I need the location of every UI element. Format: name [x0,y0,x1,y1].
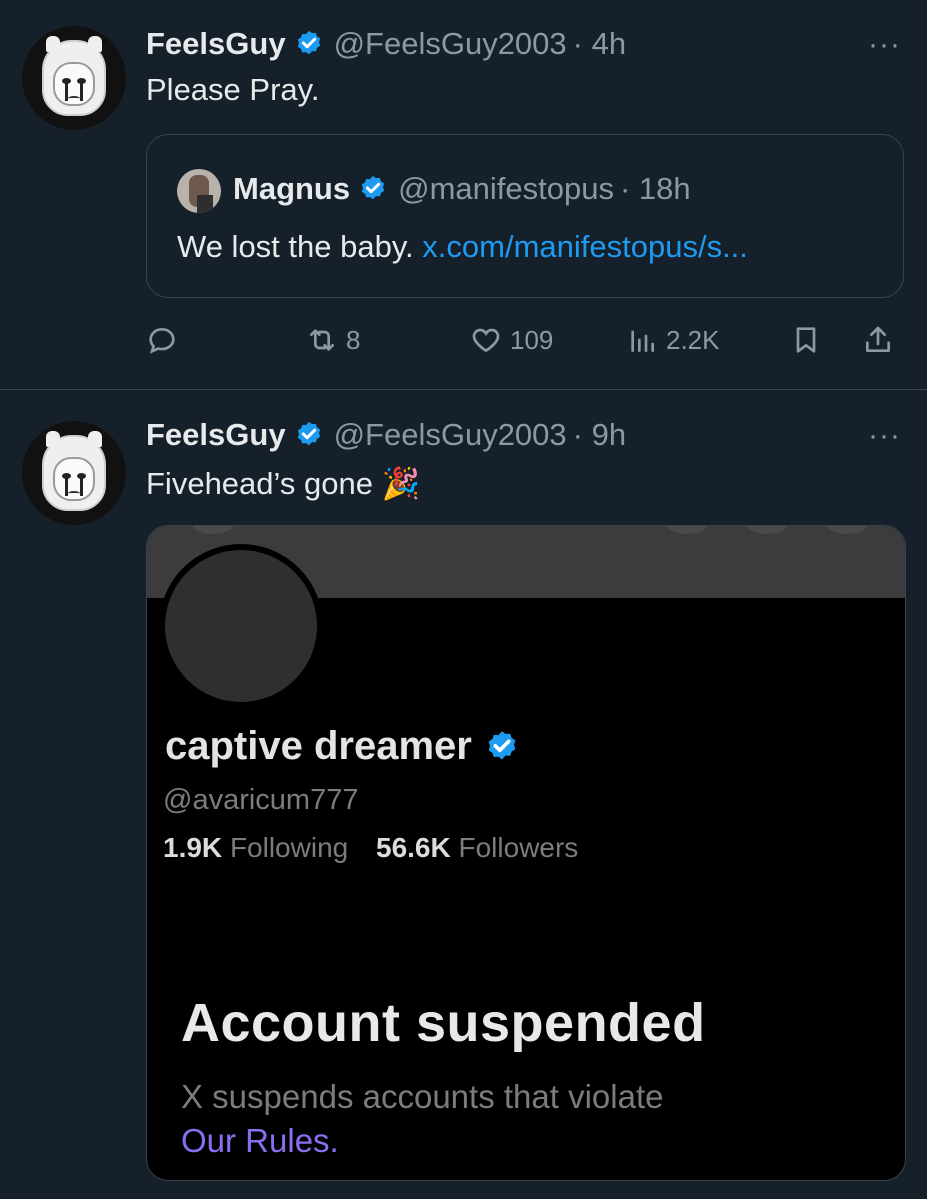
author-handle[interactable]: @FeelsGuy2003 [334,26,567,62]
views-count: 2.2K [666,324,720,355]
quoted-author-name[interactable]: Magnus [233,171,350,207]
bookmark-button[interactable] [790,318,822,362]
profile-stats: 1.9K Following 56.6K Followers [163,832,578,864]
avatar[interactable] [22,26,126,130]
avatar[interactable] [22,421,126,525]
quoted-text: We lost the baby. x.com/manifestopus/s..… [177,229,748,265]
quoted-header: Magnus @manifestopus · 18h [233,171,691,207]
timestamp[interactable]: · 9h [573,417,626,453]
retweet-button[interactable]: 8 [306,318,360,362]
views-button[interactable]: 2.2K [626,318,720,362]
like-button[interactable]: 109 [470,318,553,362]
verified-badge-icon [297,421,320,446]
heart-icon [472,328,500,353]
quoted-avatar[interactable] [177,169,221,213]
author-handle[interactable]: @FeelsGuy2003 [334,417,567,453]
tweet-text-body: Fivehead’s gone [146,466,373,501]
author-name[interactable]: FeelsGuy [146,26,286,62]
tweet-text: Please Pray. [146,72,320,107]
profile-picture [159,544,323,708]
retweet-count: 8 [346,324,361,355]
verified-badge-icon [297,30,320,55]
party-popper-emoji: 🎉 [381,466,421,501]
suspended-description: X suspends accounts that violate [181,1078,664,1115]
tweet-text: Fivehead’s gone 🎉 [146,465,420,502]
more-options-icon[interactable]: ··· [868,419,901,453]
suspended-title: Account suspended [181,993,706,1053]
bookmark-icon [796,327,816,353]
action-bar: 8 109 2.2K [146,318,906,362]
following-count: 1.9K [163,832,223,863]
tweet[interactable]: FeelsGuy @FeelsGuy2003 · 4h ··· Please P… [0,0,927,390]
reply-icon [149,327,175,354]
quoted-timestamp[interactable]: · 18h [620,171,691,207]
quoted-tweet[interactable]: Magnus @manifestopus · 18h We lost the b… [146,134,904,298]
share-icon [866,326,890,352]
profile-handle: @avaricum777 [163,784,359,816]
reply-button[interactable] [146,318,178,362]
quoted-author-handle[interactable]: @manifestopus [398,171,614,207]
like-count: 109 [510,324,554,355]
following-label: Following [229,832,349,863]
share-button[interactable] [862,318,894,362]
timestamp[interactable]: · 4h [573,26,626,62]
rules-link: Our Rules. [181,1122,339,1159]
quoted-link[interactable]: x.com/manifestopus/s... [422,229,748,264]
tweet-header: FeelsGuy @FeelsGuy2003 · 4h [146,24,626,64]
tweet-header: FeelsGuy @FeelsGuy2003 · 9h [146,415,626,455]
quoted-text-body: We lost the baby. [177,229,414,264]
tweet[interactable]: FeelsGuy @FeelsGuy2003 · 9h ··· Fivehead… [0,391,927,1199]
followers-count: 56.6K [376,832,451,863]
profile-name: captive dreamer [165,724,520,769]
views-chart-icon [631,330,654,352]
more-options-icon[interactable]: ··· [868,28,901,62]
followers-label: Followers [458,832,579,863]
author-name[interactable]: FeelsGuy [146,417,286,453]
verified-badge-icon [488,730,516,759]
profile-name-text: captive dreamer [165,724,472,768]
verified-badge-icon [362,175,385,200]
attached-image[interactable]: captive dreamer @avaricum777 1.9K Follow… [146,525,906,1181]
retweet-icon [310,329,334,351]
